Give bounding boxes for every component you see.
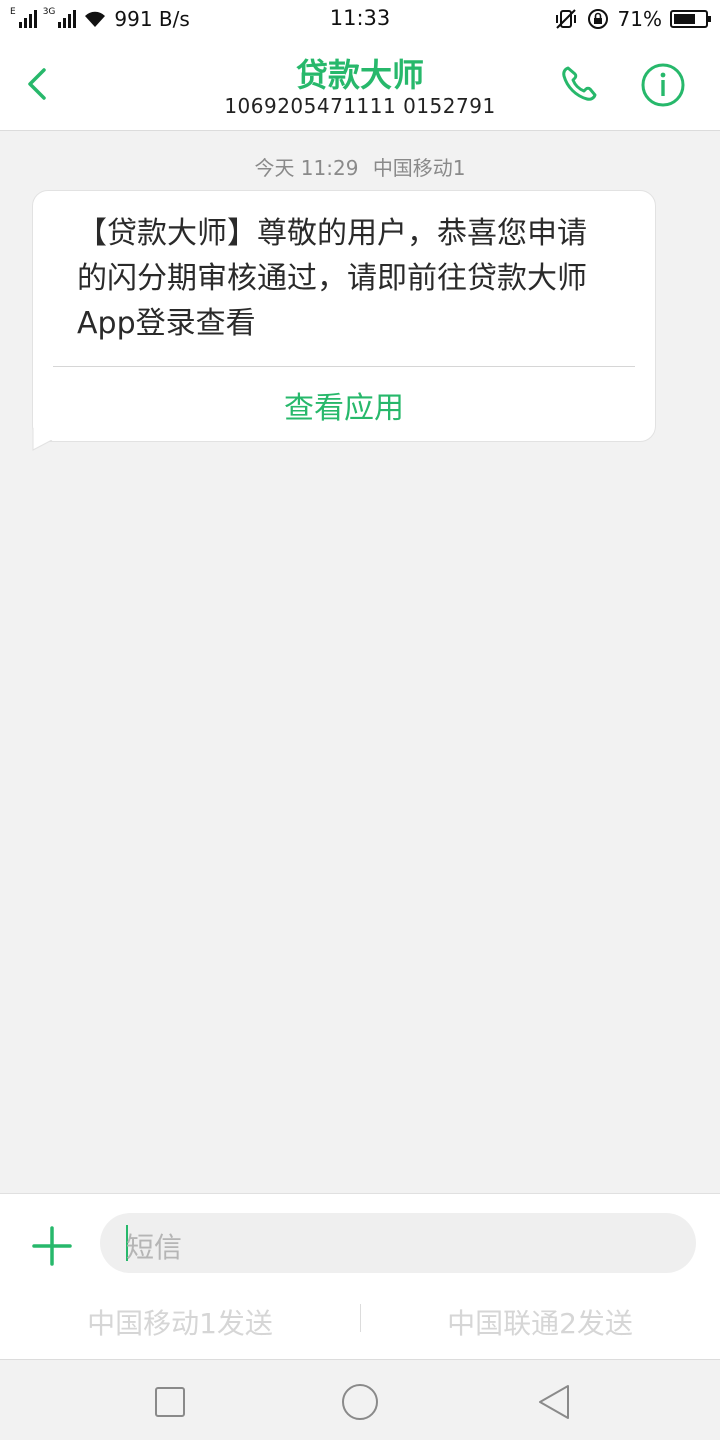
vibrate-off-icon xyxy=(555,9,576,29)
status-right: 71% xyxy=(554,6,711,32)
status-bar: E 3G 991 B/s 11:33 71% xyxy=(0,0,720,38)
composer: 短信 中国移动1发送 中国联通2发送 xyxy=(0,1193,720,1359)
rotation-lock-icon xyxy=(587,9,608,29)
message-bubble[interactable]: 【贷款大师】尊敬的用户，恭喜您申请 的闪分期审核通过，请即前往贷款大师 App登… xyxy=(32,190,656,442)
plus-icon[interactable] xyxy=(32,1226,72,1266)
message-line-2: 的闪分期审核通过，请即前往贷款大师 xyxy=(77,261,587,296)
battery-percent: 71% xyxy=(617,7,662,31)
info-icon[interactable] xyxy=(640,62,686,108)
bubble-tail xyxy=(32,428,54,451)
square-icon[interactable] xyxy=(150,1382,190,1422)
contact-number: 1069205471111 0152791 xyxy=(224,94,496,118)
message-text: 【贷款大师】尊敬的用户，恭喜您申请 的闪分期审核通过，请即前往贷款大师 App登… xyxy=(77,211,625,346)
send-sim1-button[interactable]: 中国移动1发送 xyxy=(0,1302,360,1342)
message-line-1: 【贷款大师】尊敬的用户，恭喜您申请 xyxy=(77,216,587,251)
message-line-3: App登录查看 xyxy=(77,306,256,341)
send-options: 中国移动1发送 中国联通2发送 xyxy=(0,1298,720,1340)
message-sim: 中国移动1 xyxy=(372,156,466,180)
message-date: 今天 11:29 xyxy=(254,156,359,180)
bubble-divider xyxy=(53,366,635,367)
conversation-header: 贷款大师 1069205471111 0152791 xyxy=(0,38,720,131)
message-input-placeholder: 短信 xyxy=(126,1231,183,1264)
phone-icon[interactable] xyxy=(556,60,604,108)
battery-icon xyxy=(670,10,711,28)
contact-name: 贷款大师 xyxy=(295,56,424,94)
circle-icon[interactable] xyxy=(340,1382,380,1422)
system-nav-bar xyxy=(0,1359,720,1440)
view-app-button[interactable]: 查看应用 xyxy=(33,383,655,427)
send-sim2-button[interactable]: 中国联通2发送 xyxy=(360,1302,720,1342)
message-input[interactable]: 短信 xyxy=(100,1213,696,1273)
message-timestamp: 今天 11:29 中国移动1 xyxy=(0,152,720,181)
triangle-icon[interactable] xyxy=(534,1382,574,1422)
